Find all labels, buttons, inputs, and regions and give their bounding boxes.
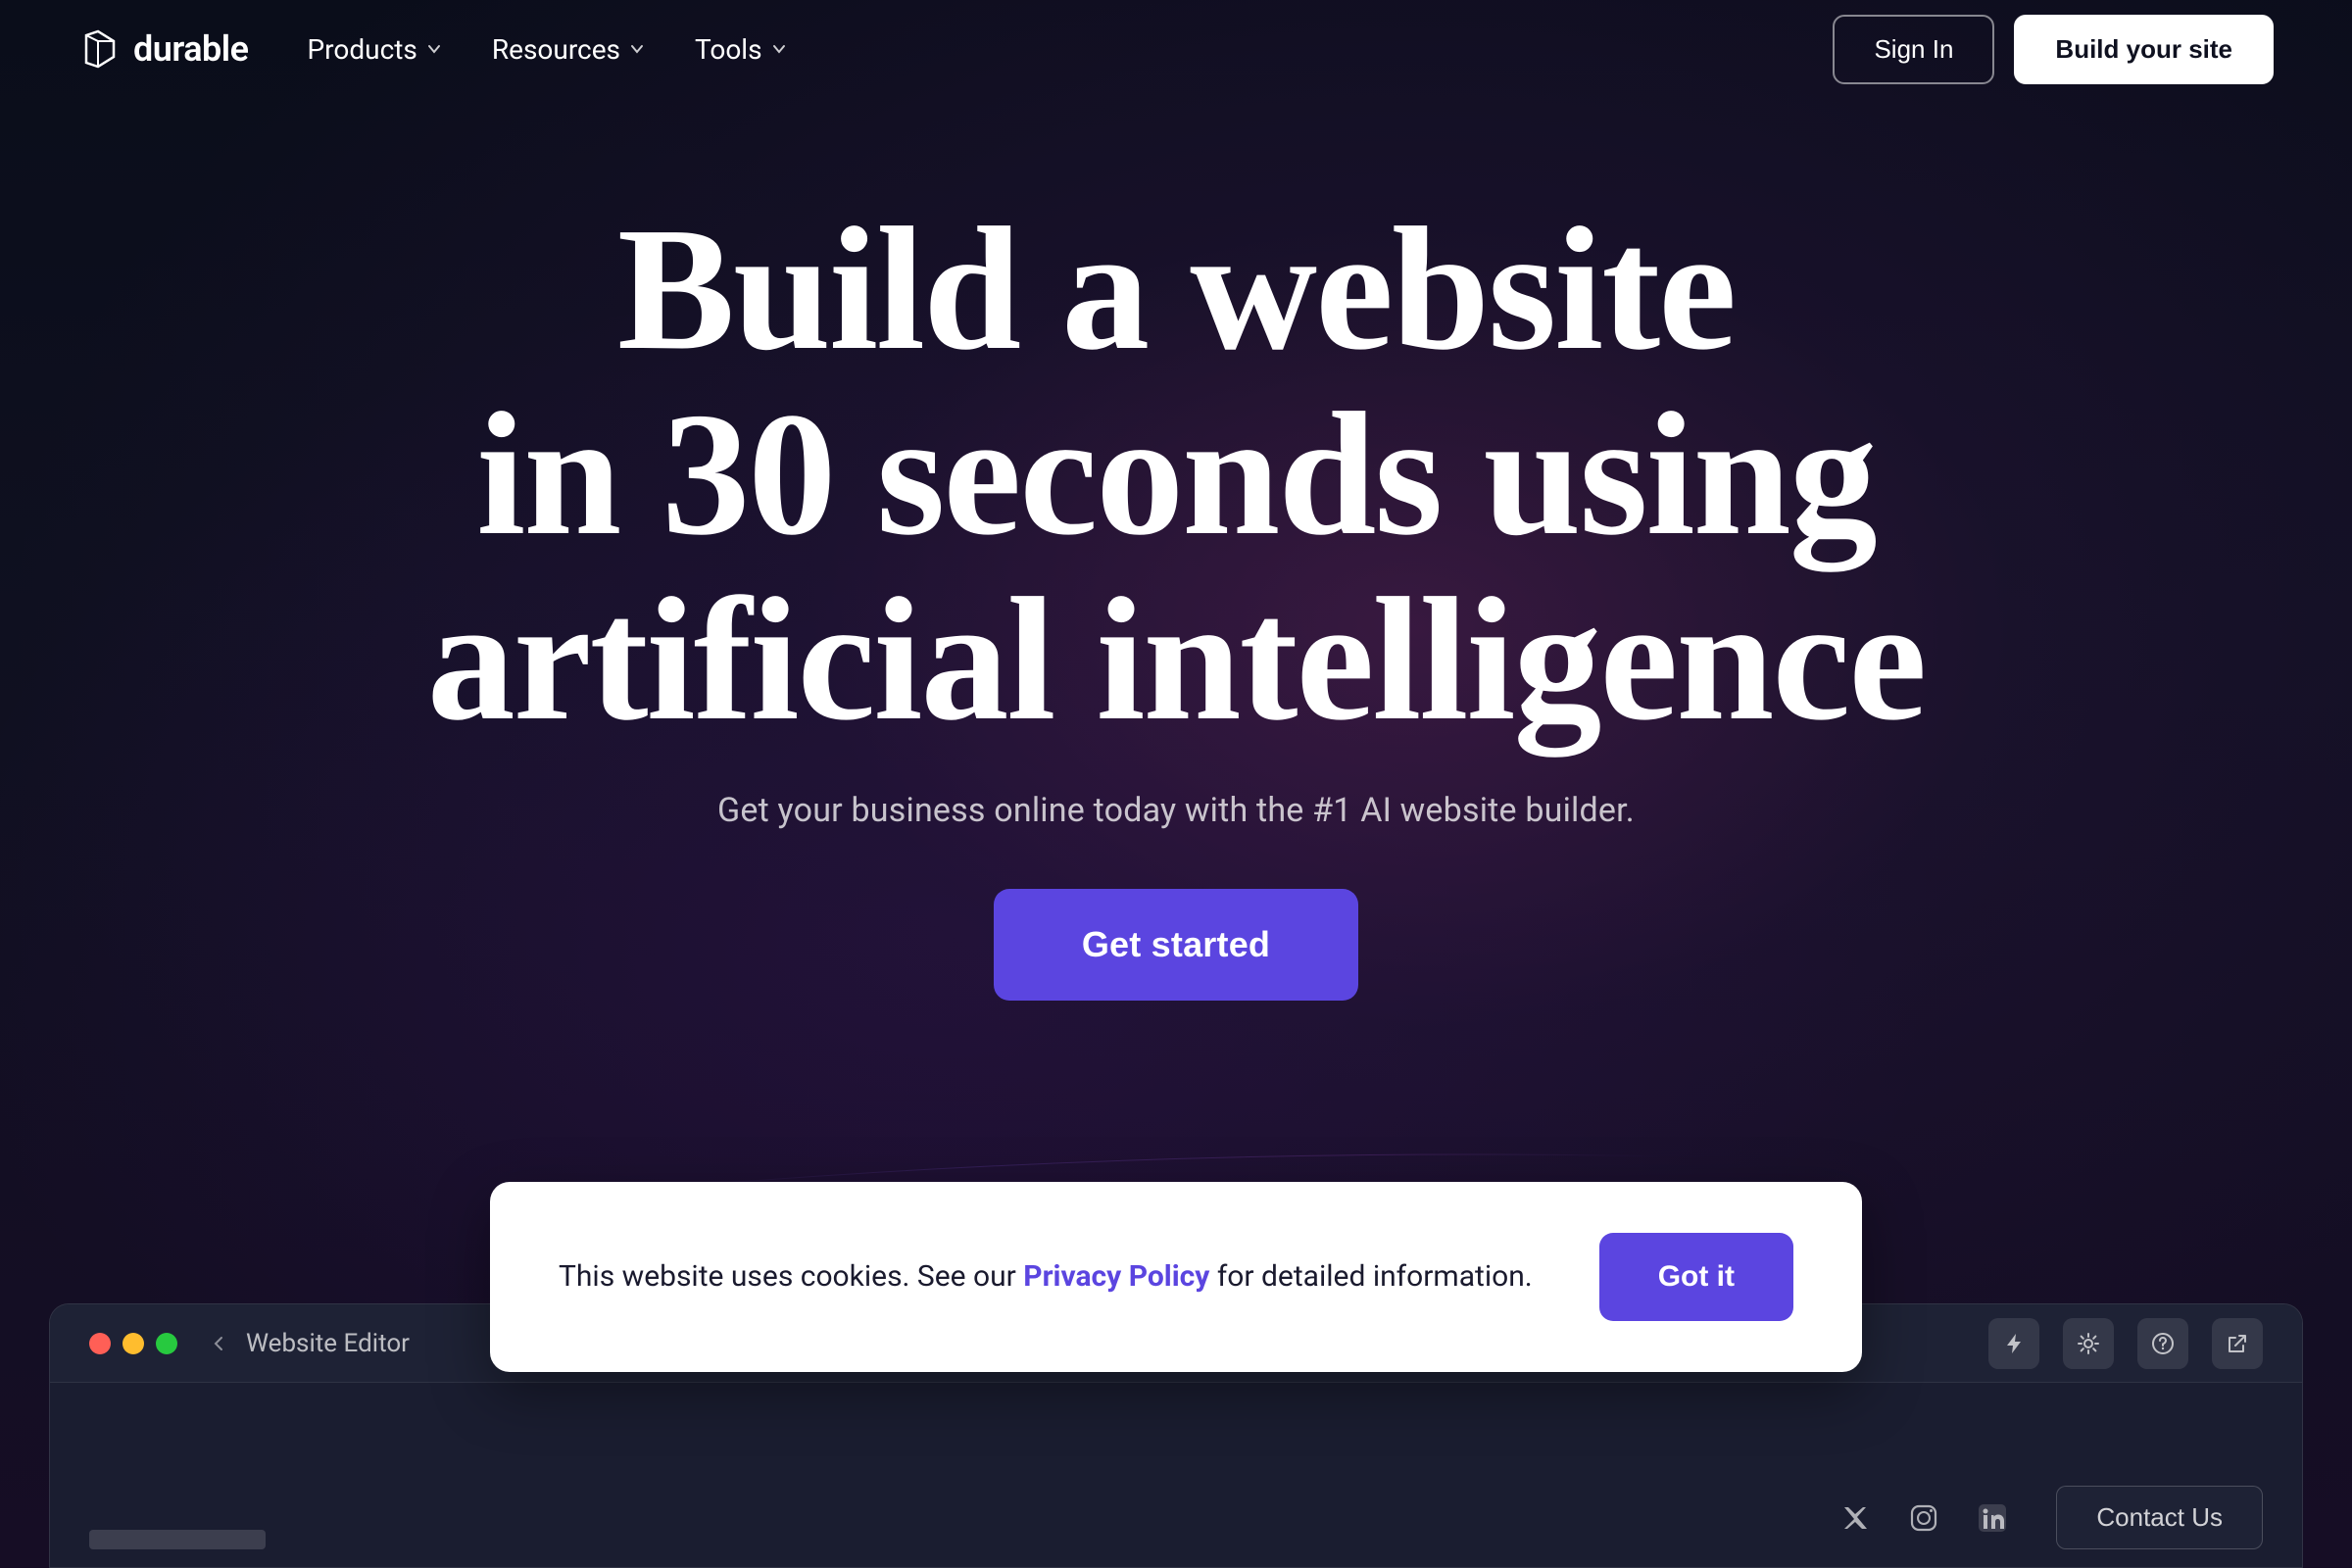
- editor-content: Contact Us: [50, 1383, 2302, 1568]
- dot-yellow: [122, 1333, 144, 1354]
- settings-icon-button[interactable]: [2063, 1318, 2114, 1369]
- nav-products[interactable]: Products: [308, 33, 443, 66]
- logo-text: durable: [133, 28, 249, 70]
- cookie-message-suffix: for detailed information.: [1209, 1259, 1532, 1294]
- logo[interactable]: durable: [78, 27, 249, 71]
- external-link-icon: [2225, 1331, 2250, 1356]
- contact-us-button[interactable]: Contact Us: [2056, 1486, 2263, 1549]
- got-it-button[interactable]: Got it: [1599, 1233, 1793, 1321]
- hero-title: Build a website in 30 seconds using arti…: [427, 196, 1925, 752]
- privacy-policy-text: Privacy Policy: [1023, 1259, 1209, 1294]
- cookie-message-prefix: This website uses cookies. See our: [559, 1259, 1023, 1294]
- chevron-down-icon: [628, 40, 646, 58]
- dot-green: [156, 1333, 177, 1354]
- back-icon[interactable]: [207, 1332, 230, 1355]
- nav-links: Products Resources Tools: [308, 33, 788, 66]
- twitter-icon[interactable]: [1831, 1494, 1880, 1543]
- hero-title-line1: Build a website: [617, 191, 1735, 386]
- signin-button[interactable]: Sign In: [1833, 15, 1994, 84]
- editor-placeholder: [89, 1530, 266, 1549]
- hero-title-line3: artificial intelligence: [427, 562, 1925, 757]
- lightning-icon: [2001, 1331, 2027, 1356]
- hero-title-line2: in 30 seconds using: [476, 376, 1876, 571]
- social-icons: [1831, 1494, 2017, 1543]
- dot-red: [89, 1333, 111, 1354]
- settings-icon: [2076, 1331, 2101, 1356]
- chevron-down-icon: [425, 40, 443, 58]
- external-link-icon-button[interactable]: [2212, 1318, 2263, 1369]
- lightning-icon-button[interactable]: [1988, 1318, 2039, 1369]
- cookie-banner: This website uses cookies. See our Priva…: [490, 1182, 1862, 1372]
- window-controls: [89, 1333, 177, 1354]
- get-started-button[interactable]: Get started: [994, 889, 1358, 1001]
- cookie-text: This website uses cookies. See our Priva…: [559, 1256, 1541, 1298]
- hero-subtitle: Get your business online today with the …: [717, 791, 1635, 830]
- linkedin-icon[interactable]: [1968, 1494, 2017, 1543]
- instagram-icon[interactable]: [1899, 1494, 1948, 1543]
- nav-resources[interactable]: Resources: [492, 33, 646, 66]
- navbar: durable Products Resources Tools: [0, 0, 2352, 98]
- build-site-button[interactable]: Build your site: [2014, 15, 2274, 84]
- nav-tools[interactable]: Tools: [695, 33, 788, 66]
- help-icon-button[interactable]: [2137, 1318, 2188, 1369]
- help-icon: [2150, 1331, 2176, 1356]
- nav-left: durable Products Resources Tools: [78, 27, 788, 71]
- durable-logo-icon: [78, 27, 122, 71]
- nav-right: Sign In Build your site: [1833, 15, 2274, 84]
- hero-section: Build a website in 30 seconds using arti…: [0, 98, 2352, 1001]
- editor-title: Website Editor: [207, 1329, 410, 1358]
- privacy-policy-link[interactable]: Privacy Policy: [1023, 1259, 1209, 1294]
- chevron-down-icon: [770, 40, 788, 58]
- editor-right-icons: [1988, 1318, 2263, 1369]
